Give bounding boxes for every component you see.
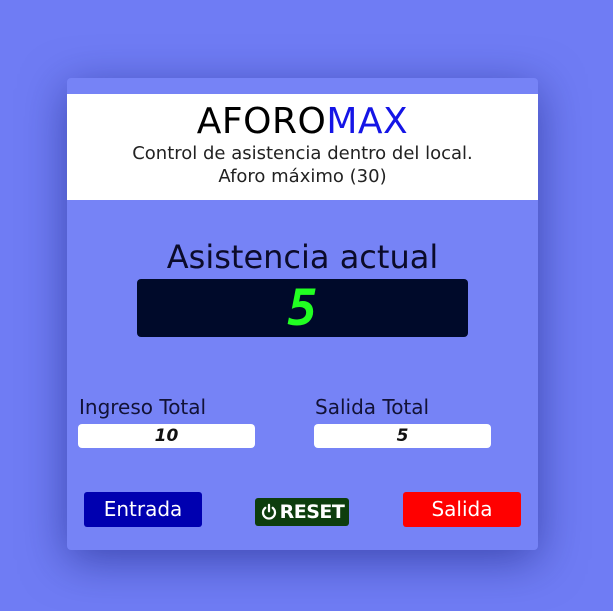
reset-label: RESET [279,501,345,523]
app-title: AFOROMAX [67,102,538,142]
reset-button[interactable]: RESET [255,498,349,526]
attendance-value: 5 [287,279,318,337]
attendance-display: 5 [137,279,468,337]
ingreso-total-label: Ingreso Total [79,395,207,419]
salida-total-value: 5 [314,424,491,448]
app-title-part1: AFORO [196,101,327,142]
app-subtitle: Control de asistencia dentro del local. [132,143,473,164]
attendance-card: AFOROMAX Control de asistencia dentro de… [67,78,538,550]
app-title-part2: MAX [326,101,409,142]
app-header: AFOROMAX Control de asistencia dentro de… [67,94,538,200]
capacity-text: Aforo máximo (30) [218,166,387,187]
power-icon [261,503,276,520]
ingreso-total-value: 10 [78,424,255,448]
attendance-label: Asistencia actual [166,238,439,276]
salida-total-label: Salida Total [315,395,430,419]
entrada-button[interactable]: Entrada [84,492,202,527]
salida-button[interactable]: Salida [403,492,521,527]
